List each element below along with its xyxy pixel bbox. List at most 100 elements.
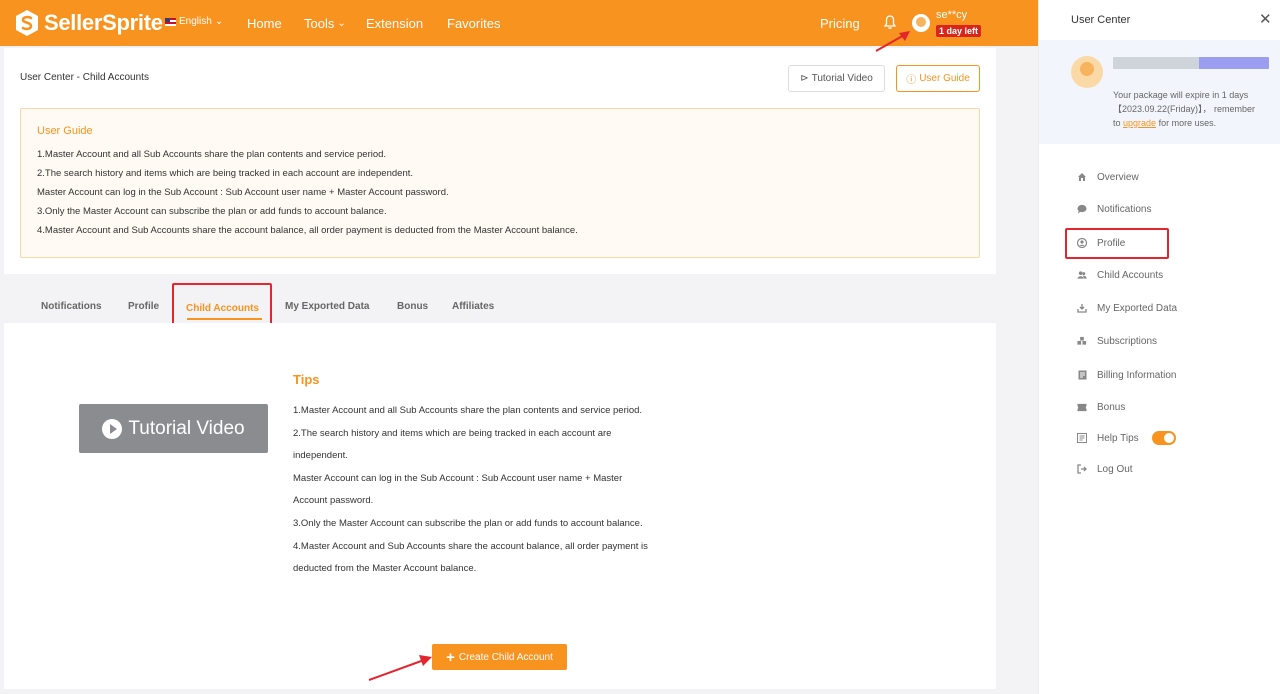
menu-label: Subscriptions [1097, 335, 1158, 347]
tutorial-video-thumbnail[interactable]: Tutorial Video [79, 404, 268, 453]
menu-bonus[interactable]: Bonus [1077, 399, 1125, 415]
menu-log-out[interactable]: Log Out [1077, 461, 1133, 477]
user-name[interactable]: se**cy [936, 9, 967, 21]
user-guide-panel: User Guide 1.Master Account and all Sub … [20, 108, 980, 258]
download-icon [1077, 303, 1087, 313]
tab-bar: Notifications Profile Child Accounts My … [4, 290, 996, 323]
breadcrumb: User Center - Child Accounts [20, 72, 149, 83]
tutorial-video-button-label: Tutorial Video [811, 73, 873, 84]
sellersprite-logo-icon [16, 10, 38, 36]
expiry-suffix: for more uses. [1158, 118, 1217, 128]
tab-child-accounts[interactable]: Child Accounts [186, 303, 259, 314]
users-icon [1077, 270, 1087, 280]
menu-label: My Exported Data [1097, 302, 1178, 314]
ticket-icon [1077, 402, 1087, 412]
menu-label: Profile [1097, 237, 1126, 249]
top-navigation-bar: SellerSprite English ⌄ Home Tools ⌄ Exte… [0, 0, 1038, 46]
nav-home[interactable]: Home [247, 0, 282, 46]
guide-line: 3.Only the Master Account can subscribe … [37, 206, 387, 217]
panel-title: User Center [1071, 14, 1131, 26]
tab-bonus[interactable]: Bonus [397, 301, 428, 312]
chevron-down-icon: ⌄ [214, 16, 224, 27]
bell-icon[interactable] [883, 14, 897, 30]
menu-subscriptions[interactable]: Subscriptions [1077, 333, 1157, 349]
logout-icon [1077, 464, 1087, 474]
expiry-line-3: to upgrade for more uses. [1113, 116, 1273, 130]
close-icon[interactable]: ✕ [1259, 10, 1272, 28]
days-left-badge: 1 day left [936, 25, 982, 37]
menu-label: Help Tips [1097, 432, 1139, 444]
tip-line: 3.Only the Master Account can subscribe … [293, 518, 643, 529]
redacted-account-name [1113, 57, 1269, 69]
user-center-panel: User Center ✕ Your package will expire i… [1038, 0, 1280, 694]
package-expiry-text: Your package will expire in 1 days 【2023… [1113, 88, 1273, 130]
child-accounts-content [4, 323, 996, 689]
guide-line: 4.Master Account and Sub Accounts share … [37, 225, 578, 236]
menu-help-tips[interactable]: Help Tips [1077, 430, 1176, 446]
panel-avatar [1071, 56, 1103, 88]
tip-line: 4.Master Account and Sub Accounts share … [293, 541, 648, 552]
tip-line: 2.The search history and items which are… [293, 428, 612, 439]
us-flag-icon [165, 17, 176, 26]
tip-line: deducted from the Master Account balance… [293, 563, 477, 574]
plus-icon: + [446, 648, 455, 666]
tip-line: Account password. [293, 495, 374, 506]
user-circle-icon [1077, 238, 1087, 248]
menu-child-accounts[interactable]: Child Accounts [1077, 267, 1163, 283]
language-label: English [179, 16, 212, 27]
nav-tools[interactable]: Tools ⌄ [304, 0, 346, 46]
user-guide-button[interactable]: ⓘ User Guide [896, 65, 980, 92]
expiry-prefix: to [1113, 118, 1121, 128]
chat-icon [1077, 204, 1087, 214]
language-selector[interactable]: English ⌄ [165, 16, 223, 27]
guide-line: 1.Master Account and all Sub Accounts sh… [37, 149, 387, 160]
guide-line: 2.The search history and items which are… [37, 168, 414, 179]
tutorial-video-thumbnail-label: Tutorial Video [128, 417, 245, 439]
upgrade-link[interactable]: upgrade [1123, 118, 1156, 128]
menu-my-exported-data[interactable]: My Exported Data [1077, 300, 1177, 316]
question-circle-icon: ⓘ [906, 75, 917, 86]
nav-tools-label: Tools [304, 15, 335, 31]
menu-label: Overview [1097, 171, 1139, 183]
cubes-icon [1077, 336, 1087, 346]
tab-notifications[interactable]: Notifications [41, 301, 102, 312]
expiry-line-2: 【2023.09.22(Friday)】， remember [1113, 104, 1256, 114]
guide-line: Master Account can log in the Sub Accoun… [37, 187, 449, 198]
menu-notifications[interactable]: Notifications [1077, 201, 1151, 217]
expiry-line-1: Your package will expire in 1 days [1113, 90, 1249, 100]
tutorial-video-button[interactable]: ⊳ Tutorial Video [788, 65, 885, 92]
chevron-down-icon: ⌄ [337, 17, 346, 29]
menu-overview[interactable]: Overview [1077, 169, 1139, 185]
active-tab-indicator [187, 318, 262, 320]
brand-logo[interactable]: SellerSprite [14, 8, 163, 38]
tab-affiliates[interactable]: Affiliates [452, 301, 494, 312]
menu-profile[interactable]: Profile [1077, 235, 1125, 251]
menu-billing-information[interactable]: Billing Information [1077, 367, 1176, 383]
nav-extension[interactable]: Extension [366, 0, 423, 46]
nav-pricing[interactable]: Pricing [820, 0, 860, 46]
nav-favorites[interactable]: Favorites [447, 0, 500, 46]
menu-label: Bonus [1097, 401, 1126, 413]
play-icon [102, 418, 123, 439]
user-guide-button-label: User Guide [919, 73, 970, 84]
tip-line: 1.Master Account and all Sub Accounts sh… [293, 405, 643, 416]
bill-icon [1077, 370, 1087, 380]
tab-profile[interactable]: Profile [128, 301, 159, 312]
tip-line: Master Account can log in the Sub Accoun… [293, 473, 623, 484]
menu-label: Notifications [1097, 203, 1152, 215]
account-summary-card: Your package will expire in 1 days 【2023… [1039, 40, 1280, 144]
user-guide-title: User Guide [37, 125, 93, 137]
play-circle-icon: ⊳ [800, 73, 809, 84]
help-tips-toggle[interactable] [1151, 431, 1176, 445]
brand-name: SellerSprite [44, 10, 163, 35]
tab-my-exported-data[interactable]: My Exported Data [285, 301, 369, 312]
menu-label: Billing Information [1097, 369, 1177, 381]
create-child-account-button[interactable]: + Create Child Account [432, 644, 567, 670]
doc-icon [1077, 433, 1087, 443]
create-child-account-label: Create Child Account [458, 651, 553, 663]
user-avatar[interactable] [912, 14, 930, 32]
menu-label: Child Accounts [1097, 269, 1164, 281]
tip-line: independent. [293, 450, 348, 461]
home-icon [1077, 172, 1087, 182]
tips-title: Tips [293, 372, 320, 387]
